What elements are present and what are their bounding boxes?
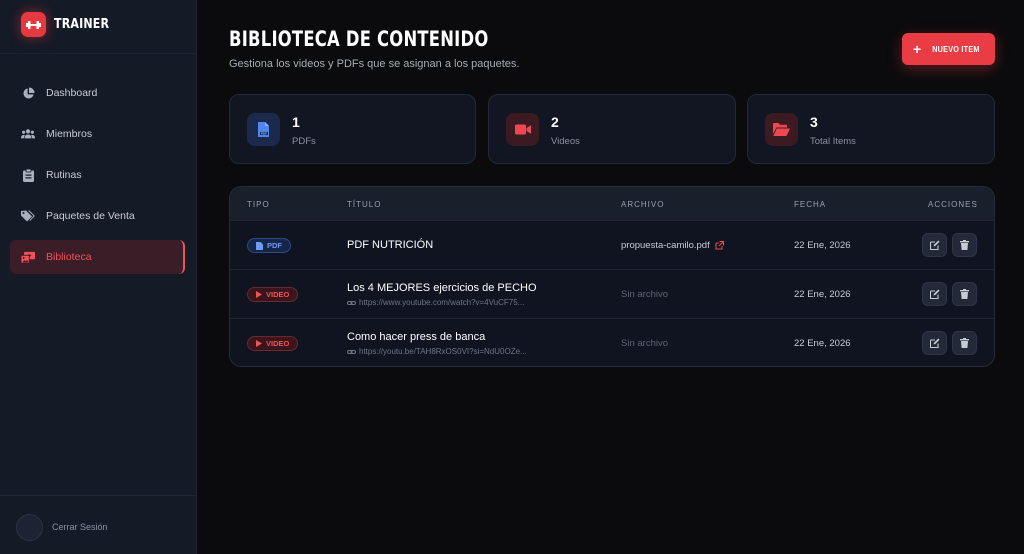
trash-icon: [960, 289, 969, 299]
link-icon: [347, 300, 356, 305]
edit-button[interactable]: [922, 233, 947, 257]
edit-button[interactable]: [922, 282, 947, 306]
type-label: PDF: [267, 241, 282, 250]
url-text: https://youtu.be/TAH8RxOS0VI?si=NdU0OZe.…: [359, 347, 527, 356]
trash-icon: [960, 240, 969, 250]
column-header-acciones: ACCIONES: [928, 200, 978, 209]
sidebar-item-biblioteca[interactable]: Biblioteca: [10, 240, 185, 274]
content-table: TIPO TÍTULO ARCHIVO FECHA ACCIONES PDF P…: [229, 186, 995, 367]
stat-value: 2: [551, 114, 559, 130]
table-row: VIDEO Los 4 MEJORES ejercicios de PECHO …: [230, 269, 994, 318]
dumbbell-icon: [21, 12, 46, 37]
table-row: VIDEO Como hacer press de banca https://…: [230, 318, 994, 366]
svg-text:PDF: PDF: [261, 132, 267, 136]
url-text: https://www.youtube.com/watch?v=4VuCF75.…: [359, 298, 525, 307]
stat-card-total: 3 Total Items: [747, 94, 995, 164]
stat-card-pdfs: PDF 1 PDFs: [229, 94, 476, 164]
avatar[interactable]: [16, 514, 43, 541]
tags-icon: [21, 209, 35, 223]
type-label: VIDEO: [266, 290, 290, 299]
item-date: 22 Ene, 2026: [794, 240, 851, 251]
type-badge-video: VIDEO: [247, 336, 299, 351]
sidebar-item-paquetes[interactable]: Paquetes de Venta: [10, 199, 185, 233]
clipboard-icon: [21, 168, 35, 182]
item-title: Los 4 MEJORES ejercicios de PECHO: [347, 282, 537, 294]
page-subtitle: Gestiona los videos y PDFs que se asigna…: [229, 58, 520, 70]
stat-value: 3: [810, 114, 818, 130]
type-label: VIDEO: [266, 339, 290, 348]
column-header-fecha: FECHA: [794, 200, 827, 209]
brand[interactable]: TRAINER: [21, 12, 119, 37]
sidebar-item-miembros[interactable]: Miembros: [10, 117, 185, 151]
divider: [0, 53, 196, 54]
play-icon: [256, 340, 262, 347]
folder-open-icon: [765, 113, 798, 146]
external-link-icon: [715, 241, 724, 250]
type-badge-video: VIDEO: [247, 287, 299, 302]
item-url[interactable]: https://www.youtube.com/watch?v=4VuCF75.…: [347, 298, 524, 307]
photo-video-icon: [21, 250, 35, 264]
stat-card-videos: 2 Videos: [488, 94, 736, 164]
file-empty: Sin archivo: [621, 338, 668, 349]
column-header-archivo: ARCHIVO: [621, 200, 665, 209]
stat-label: PDFs: [292, 136, 316, 147]
edit-icon: [929, 338, 939, 348]
play-icon: [256, 291, 262, 298]
sidebar-nav: Dashboard Miembros Rutinas Paquetes de V…: [10, 76, 185, 281]
item-title: PDF NUTRICIÓN: [347, 239, 434, 251]
new-item-label: NUEVO ITEM: [932, 44, 980, 54]
edit-icon: [929, 240, 939, 250]
item-url[interactable]: https://youtu.be/TAH8RxOS0VI?si=NdU0OZe.…: [347, 347, 527, 356]
file-name: Sin archivo: [621, 338, 668, 349]
video-icon: [506, 113, 539, 146]
trash-icon: [960, 338, 969, 348]
sidebar-item-label: Dashboard: [46, 87, 98, 99]
sidebar-item-dashboard[interactable]: Dashboard: [10, 76, 185, 110]
delete-button[interactable]: [952, 282, 977, 306]
sidebar-item-rutinas[interactable]: Rutinas: [10, 158, 185, 192]
type-badge-pdf: PDF: [247, 238, 291, 253]
link-icon: [347, 349, 356, 354]
sidebar-footer: Cerrar Sesión: [0, 495, 196, 554]
sidebar: TRAINER Dashboard Miembros Rutinas Paque…: [0, 0, 197, 554]
file-name: Sin archivo: [621, 289, 668, 300]
column-header-titulo: TÍTULO: [347, 200, 382, 209]
page-title: BIBLIOTECA DE CONTENIDO: [229, 27, 489, 51]
stat-label: Videos: [551, 136, 580, 147]
file-name: propuesta-camilo.pdf: [621, 240, 710, 251]
logout-link[interactable]: Cerrar Sesión: [52, 522, 108, 532]
edit-icon: [929, 289, 939, 299]
edit-button[interactable]: [922, 331, 947, 355]
table-row: PDF PDF NUTRICIÓN propuesta-camilo.pdf 2…: [230, 220, 994, 269]
file-link[interactable]: propuesta-camilo.pdf: [621, 240, 724, 251]
file-pdf-icon: [256, 241, 263, 250]
sidebar-item-label: Rutinas: [46, 169, 82, 181]
file-empty: Sin archivo: [621, 289, 668, 300]
item-date: 22 Ene, 2026: [794, 338, 851, 349]
item-date: 22 Ene, 2026: [794, 289, 851, 300]
sidebar-item-label: Biblioteca: [46, 251, 92, 263]
item-title: Como hacer press de banca: [347, 331, 486, 343]
delete-button[interactable]: [952, 233, 977, 257]
stat-label: Total Items: [810, 136, 856, 147]
users-icon: [21, 127, 35, 141]
sidebar-item-label: Miembros: [46, 128, 93, 140]
new-item-button[interactable]: + NUEVO ITEM: [902, 33, 995, 65]
table-header: TIPO TÍTULO ARCHIVO FECHA ACCIONES: [230, 187, 994, 220]
sidebar-item-label: Paquetes de Venta: [46, 210, 135, 222]
plus-icon: +: [912, 41, 922, 57]
column-header-tipo: TIPO: [247, 200, 270, 209]
delete-button[interactable]: [952, 331, 977, 355]
file-pdf-icon: PDF: [247, 113, 280, 146]
pie-chart-icon: [21, 86, 35, 100]
stat-value: 1: [292, 114, 300, 130]
brand-name: TRAINER: [54, 17, 110, 32]
